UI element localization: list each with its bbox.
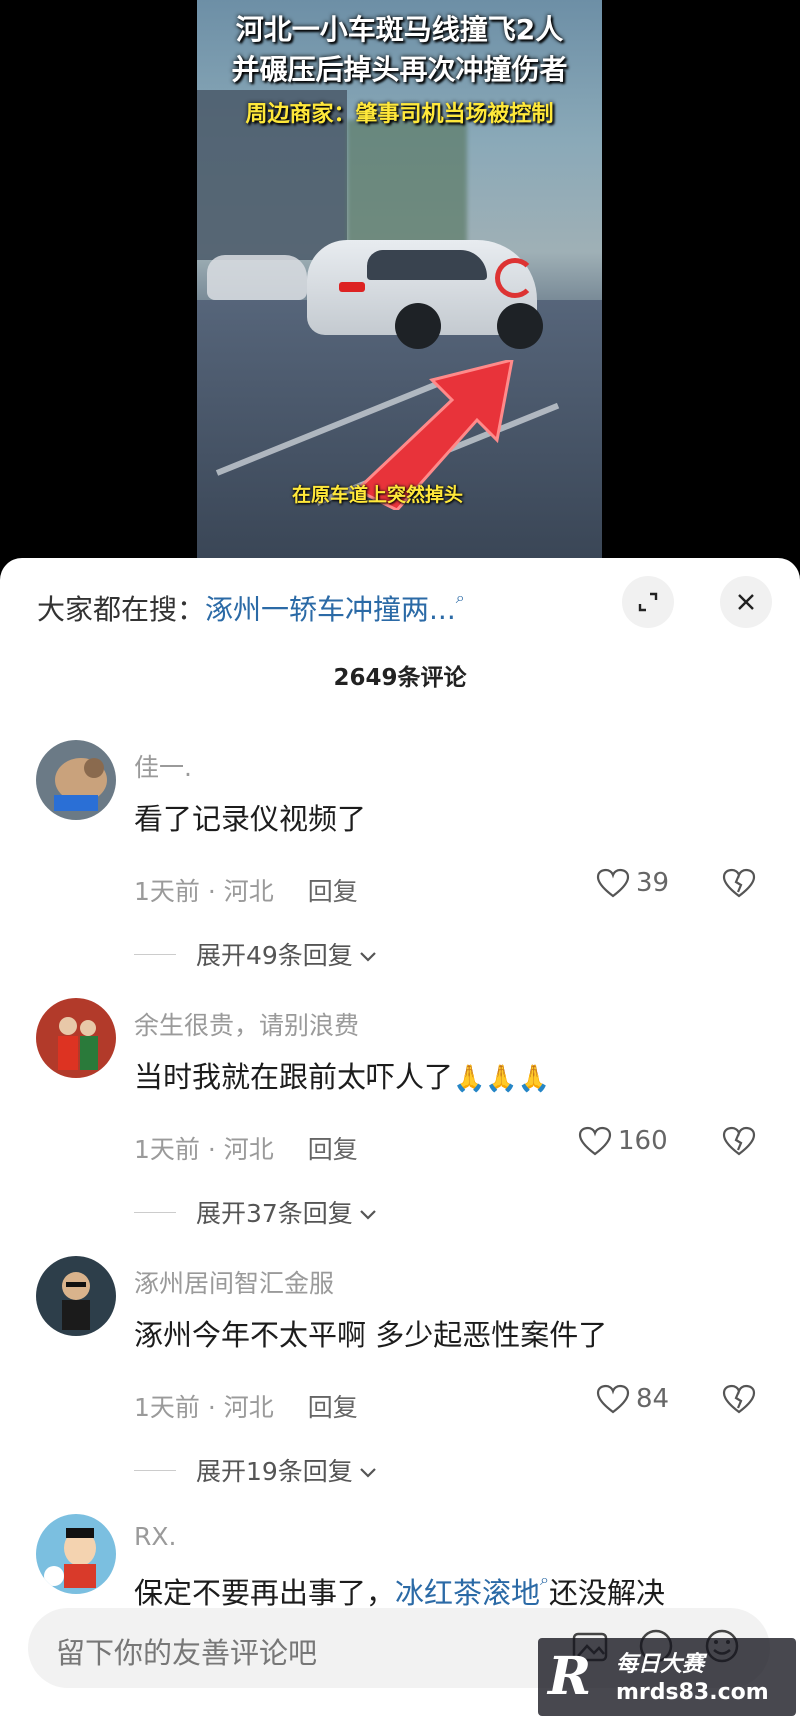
- comment-text: 涿州今年不太平啊 多少起恶性案件了: [134, 1318, 608, 1352]
- video-headline-3: 周边商家：肇事司机当场被控制: [245, 102, 554, 127]
- comment-author[interactable]: 余生很贵，请别浪费: [134, 1006, 359, 1042]
- video-headline-1: 河北一小车斑马线撞飞2人: [235, 13, 564, 46]
- parked-car: [207, 255, 307, 300]
- comment-text: 看了记录仪视频了: [134, 802, 367, 836]
- trending-search-link[interactable]: 涿州一轿车冲撞两...: [205, 593, 456, 626]
- dislike-button[interactable]: [722, 1384, 756, 1418]
- avatar[interactable]: [36, 1514, 116, 1594]
- dislike-button[interactable]: [722, 868, 756, 902]
- broken-heart-icon: [722, 1384, 756, 1414]
- close-button[interactable]: [720, 576, 772, 628]
- like-button[interactable]: 160: [578, 1126, 668, 1156]
- comment-input-placeholder: 留下你的友善评论吧: [56, 1636, 318, 1670]
- dislike-button[interactable]: [722, 1126, 756, 1160]
- comment-author[interactable]: 涿州居间智汇金服: [134, 1264, 334, 1300]
- trending-search[interactable]: 大家都在搜：涿州一轿车冲撞两...⌕: [37, 588, 465, 628]
- avatar[interactable]: [36, 998, 116, 1078]
- chevron-down-icon: [359, 1456, 377, 1485]
- comment-count: 2649条评论: [333, 665, 467, 691]
- comment-meta: 1天前 · 河北 回复: [134, 872, 358, 908]
- comment-search-link[interactable]: 冰红茶滚地: [395, 1576, 540, 1610]
- broken-heart-icon: [722, 1126, 756, 1156]
- expand-replies[interactable]: 展开19条回复: [134, 1452, 377, 1488]
- video-headline-2: 并碾压后掉头再次冲撞伤者: [231, 53, 568, 86]
- watermark-title: 每日大赛: [616, 1652, 705, 1677]
- video-caption: 在原车道上突然掉头: [292, 484, 464, 506]
- heart-icon: [596, 1384, 630, 1414]
- avatar[interactable]: [36, 740, 116, 820]
- like-button[interactable]: 39: [596, 868, 669, 898]
- chevron-down-icon: [359, 1198, 377, 1227]
- watermark-logo: R: [548, 1646, 592, 1707]
- site-watermark: R 每日大赛 mrds83.com: [538, 1638, 796, 1716]
- like-count: 84: [636, 1384, 670, 1414]
- close-icon: [738, 594, 754, 610]
- video-player[interactable]: 河北一小车斑马线撞飞2人 并碾压后掉头再次冲撞伤者 周边商家：肇事司机当场被控制…: [197, 0, 602, 560]
- comment-text: 当时我就在跟前太吓人了🙏🙏🙏: [134, 1060, 551, 1094]
- like-count: 39: [636, 868, 670, 898]
- heart-icon: [596, 868, 630, 898]
- like-button[interactable]: 84: [596, 1384, 669, 1414]
- comment-time-location: 1天前 · 河北: [134, 1135, 274, 1164]
- reply-button[interactable]: 回复: [308, 1135, 358, 1164]
- heart-icon: [578, 1126, 612, 1156]
- comment-text: 保定不要再出事了，冰红茶滚地⌕还没解决: [134, 1570, 666, 1610]
- reply-button[interactable]: 回复: [308, 877, 358, 906]
- search-icon: ⌕: [455, 588, 465, 607]
- like-count: 160: [618, 1126, 668, 1156]
- trending-search-label: 大家都在搜：: [37, 593, 206, 626]
- comment-panel: 大家都在搜：涿州一轿车冲撞两...⌕ 2649条评论 佳一. 看了记录仪视频了 …: [0, 558, 800, 1718]
- expand-replies-label: 展开19条回复: [196, 1457, 353, 1486]
- comment-time-location: 1天前 · 河北: [134, 1393, 274, 1422]
- avatar[interactable]: [36, 1256, 116, 1336]
- expand-replies[interactable]: 展开49条回复: [134, 936, 377, 972]
- watermark-url: mrds83.com: [616, 1680, 769, 1705]
- expand-replies[interactable]: 展开37条回复: [134, 1194, 377, 1230]
- chevron-down-icon: [359, 940, 377, 969]
- search-icon: ⌕: [540, 1570, 549, 1589]
- expand-icon: [638, 592, 658, 612]
- comment-time-location: 1天前 · 河北: [134, 877, 274, 906]
- video-background-trees: [347, 120, 467, 260]
- expand-button[interactable]: [622, 576, 674, 628]
- broken-heart-icon: [722, 868, 756, 898]
- comment-meta: 1天前 · 河北 回复: [134, 1388, 358, 1424]
- pray-emoji: 🙏🙏🙏: [453, 1064, 551, 1094]
- comment-meta: 1天前 · 河北 回复: [134, 1130, 358, 1166]
- comment-author[interactable]: RX.: [134, 1522, 176, 1551]
- video-watermark-icon: [495, 258, 535, 298]
- comment-author[interactable]: 佳一.: [134, 748, 192, 784]
- reply-button[interactable]: 回复: [308, 1393, 358, 1422]
- expand-replies-label: 展开37条回复: [196, 1199, 353, 1228]
- expand-replies-label: 展开49条回复: [196, 941, 353, 970]
